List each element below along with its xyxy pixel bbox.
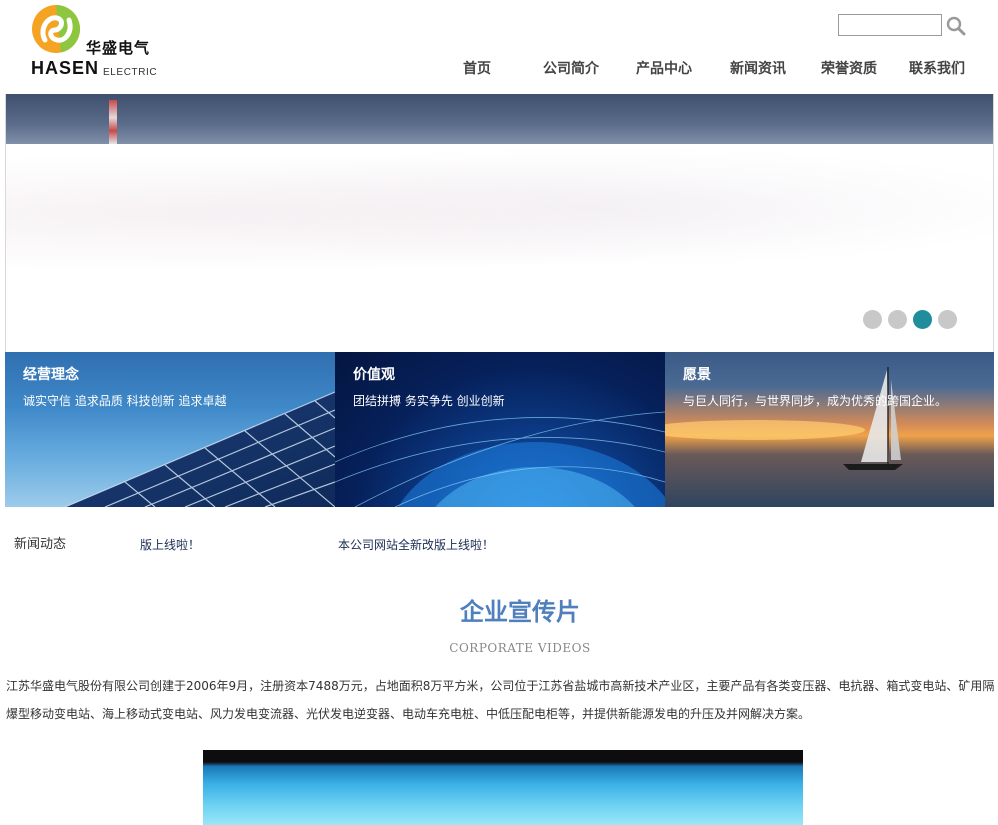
panel-title: 经营理念 — [23, 367, 79, 383]
slider-dot-1[interactable] — [863, 310, 882, 329]
site-header: 华盛电气 HASEN ELECTRIC 首页 公司简介 产品中心 新闻资讯 荣誉… — [0, 0, 998, 94]
panel-text: 诚实守信 追求品质 科技创新 追求卓越 — [23, 394, 227, 408]
search-icon[interactable] — [946, 16, 966, 36]
hero-banner[interactable] — [5, 94, 994, 352]
banner-sky-image — [6, 94, 993, 144]
panel-title: 价值观 — [353, 367, 395, 383]
slider-dot-3[interactable] — [913, 310, 932, 329]
logo-chinese-name: 华盛电气 — [86, 39, 151, 57]
slider-dots — [857, 310, 957, 330]
nav-news[interactable]: 新闻资讯 — [730, 58, 786, 80]
slider-dot-2[interactable] — [888, 310, 907, 329]
panel-text: 与巨人同行，与世界同步，成为优秀的跨国企业。 — [683, 394, 948, 408]
news-item[interactable]: 本公司网站全新改版上线啦！ — [338, 536, 494, 553]
main-nav: 首页 公司简介 产品中心 新闻资讯 荣誉资质 联系我们 — [0, 58, 998, 82]
corporate-video[interactable] — [203, 750, 803, 825]
news-ticker: 版上线啦！ 本公司网站全新改版上线啦！ — [140, 536, 620, 556]
banner-faded-image — [6, 144, 993, 284]
slider-dot-4[interactable] — [938, 310, 957, 329]
nav-honors[interactable]: 荣誉资质 — [821, 58, 877, 80]
video-section-title: 企业宣传片 — [460, 598, 580, 626]
company-intro: 江苏华盛电气股份有限公司创建于2006年9月，注册资本7488万元，占地面积8万… — [6, 679, 995, 721]
panel-business-philosophy[interactable]: 经营理念 诚实守信 追求品质 科技创新 追求卓越 — [5, 352, 335, 507]
banner-chimney-image — [109, 100, 117, 144]
video-section-subtitle: CORPORATE VIDEOS — [449, 641, 591, 655]
panel-title: 愿景 — [683, 367, 711, 383]
nav-products[interactable]: 产品中心 — [636, 58, 692, 80]
panel-text: 团结拼搏 务实争先 创业创新 — [353, 394, 505, 408]
logo-mark-icon — [32, 5, 81, 53]
news-item[interactable]: 版上线啦！ — [140, 536, 200, 553]
sailboat-image — [665, 367, 903, 470]
nav-home[interactable]: 首页 — [463, 58, 491, 80]
nav-company-profile[interactable]: 公司简介 — [543, 58, 599, 80]
panel-vision[interactable]: 愿景 与巨人同行，与世界同步，成为优秀的跨国企业。 — [665, 352, 994, 507]
panel-values[interactable]: 价值观 团结拼搏 务实争先 创业创新 — [335, 352, 665, 507]
search-input[interactable] — [838, 14, 942, 36]
news-section-label: 新闻动态 — [14, 537, 67, 552]
nav-contact[interactable]: 联系我们 — [909, 58, 965, 80]
